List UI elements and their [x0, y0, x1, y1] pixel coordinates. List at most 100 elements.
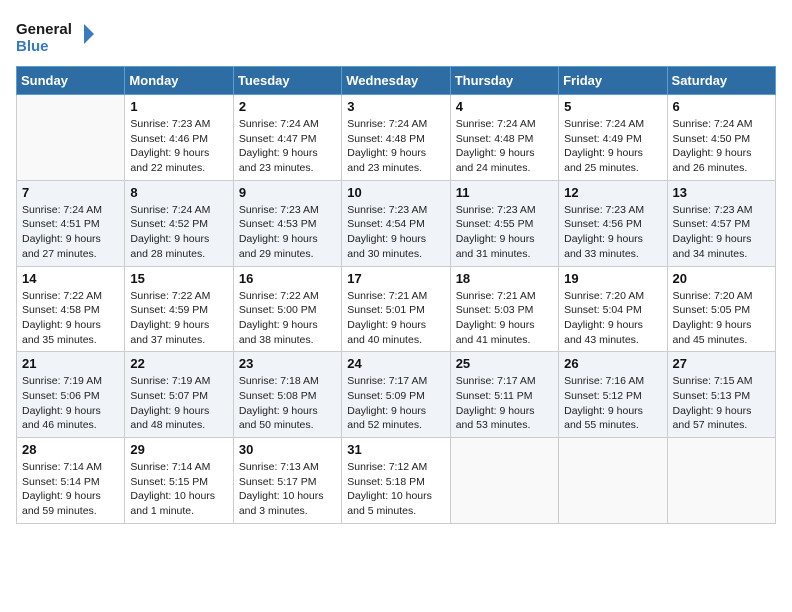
day-info: Sunrise: 7:23 AMSunset: 4:46 PMDaylight:… — [130, 117, 227, 176]
day-info: Sunrise: 7:12 AMSunset: 5:18 PMDaylight:… — [347, 460, 444, 519]
calendar-cell: 18 Sunrise: 7:21 AMSunset: 5:03 PMDayligh… — [450, 266, 558, 352]
day-number: 6 — [673, 99, 770, 114]
day-info: Sunrise: 7:24 AMSunset: 4:48 PMDaylight:… — [456, 117, 553, 176]
day-number: 11 — [456, 185, 553, 200]
day-info: Sunrise: 7:14 AMSunset: 5:15 PMDaylight:… — [130, 460, 227, 519]
weekday-header-friday: Friday — [559, 67, 667, 95]
weekday-header-wednesday: Wednesday — [342, 67, 450, 95]
calendar-table: SundayMondayTuesdayWednesdayThursdayFrid… — [16, 66, 776, 524]
week-row-5: 28 Sunrise: 7:14 AMSunset: 5:14 PMDayligh… — [17, 438, 776, 524]
day-info: Sunrise: 7:14 AMSunset: 5:14 PMDaylight:… — [22, 460, 119, 519]
calendar-cell: 22 Sunrise: 7:19 AMSunset: 5:07 PMDayligh… — [125, 352, 233, 438]
day-number: 19 — [564, 271, 661, 286]
day-info: Sunrise: 7:19 AMSunset: 5:06 PMDaylight:… — [22, 374, 119, 433]
calendar-cell: 17 Sunrise: 7:21 AMSunset: 5:01 PMDayligh… — [342, 266, 450, 352]
day-info: Sunrise: 7:20 AMSunset: 5:05 PMDaylight:… — [673, 289, 770, 348]
weekday-header-row: SundayMondayTuesdayWednesdayThursdayFrid… — [17, 67, 776, 95]
day-info: Sunrise: 7:22 AMSunset: 4:59 PMDaylight:… — [130, 289, 227, 348]
day-number: 5 — [564, 99, 661, 114]
day-info: Sunrise: 7:22 AMSunset: 5:00 PMDaylight:… — [239, 289, 336, 348]
calendar-cell: 14 Sunrise: 7:22 AMSunset: 4:58 PMDayligh… — [17, 266, 125, 352]
day-number: 15 — [130, 271, 227, 286]
calendar-cell: 9 Sunrise: 7:23 AMSunset: 4:53 PMDaylight… — [233, 180, 341, 266]
day-number: 7 — [22, 185, 119, 200]
calendar-cell: 25 Sunrise: 7:17 AMSunset: 5:11 PMDayligh… — [450, 352, 558, 438]
calendar-cell: 30 Sunrise: 7:13 AMSunset: 5:17 PMDayligh… — [233, 438, 341, 524]
day-number: 26 — [564, 356, 661, 371]
day-number: 27 — [673, 356, 770, 371]
calendar-cell: 1Sunrise: 7:23 AMSunset: 4:46 PMDaylight… — [125, 95, 233, 181]
weekday-header-thursday: Thursday — [450, 67, 558, 95]
day-number: 9 — [239, 185, 336, 200]
svg-text:General: General — [16, 21, 72, 38]
day-number: 17 — [347, 271, 444, 286]
day-number: 25 — [456, 356, 553, 371]
day-number: 10 — [347, 185, 444, 200]
day-number: 30 — [239, 442, 336, 457]
day-info: Sunrise: 7:24 AMSunset: 4:51 PMDaylight:… — [22, 203, 119, 262]
day-number: 8 — [130, 185, 227, 200]
day-info: Sunrise: 7:17 AMSunset: 5:11 PMDaylight:… — [456, 374, 553, 433]
day-number: 14 — [22, 271, 119, 286]
calendar-cell: 13Sunrise: 7:23 AMSunset: 4:57 PMDayligh… — [667, 180, 775, 266]
day-info: Sunrise: 7:23 AMSunset: 4:53 PMDaylight:… — [239, 203, 336, 262]
week-row-2: 7 Sunrise: 7:24 AMSunset: 4:51 PMDaylight… — [17, 180, 776, 266]
day-info: Sunrise: 7:22 AMSunset: 4:58 PMDaylight:… — [22, 289, 119, 348]
day-info: Sunrise: 7:20 AMSunset: 5:04 PMDaylight:… — [564, 289, 661, 348]
calendar-cell: 23 Sunrise: 7:18 AMSunset: 5:08 PMDayligh… — [233, 352, 341, 438]
day-info: Sunrise: 7:15 AMSunset: 5:13 PMDaylight:… — [673, 374, 770, 433]
calendar-cell: 19 Sunrise: 7:20 AMSunset: 5:04 PMDayligh… — [559, 266, 667, 352]
day-number: 22 — [130, 356, 227, 371]
day-info: Sunrise: 7:23 AMSunset: 4:56 PMDaylight:… — [564, 203, 661, 262]
calendar-cell: 4 Sunrise: 7:24 AMSunset: 4:48 PMDaylight… — [450, 95, 558, 181]
calendar-cell: 27 Sunrise: 7:15 AMSunset: 5:13 PMDayligh… — [667, 352, 775, 438]
day-number: 4 — [456, 99, 553, 114]
calendar-cell — [667, 438, 775, 524]
day-number: 2 — [239, 99, 336, 114]
calendar-cell: 21 Sunrise: 7:19 AMSunset: 5:06 PMDayligh… — [17, 352, 125, 438]
calendar-cell — [17, 95, 125, 181]
day-number: 23 — [239, 356, 336, 371]
day-number: 31 — [347, 442, 444, 457]
calendar-cell: 15 Sunrise: 7:22 AMSunset: 4:59 PMDayligh… — [125, 266, 233, 352]
day-number: 21 — [22, 356, 119, 371]
page-header: General Blue — [16, 16, 776, 56]
day-info: Sunrise: 7:16 AMSunset: 5:12 PMDaylight:… — [564, 374, 661, 433]
day-info: Sunrise: 7:24 AMSunset: 4:47 PMDaylight:… — [239, 117, 336, 176]
calendar-cell: 20 Sunrise: 7:20 AMSunset: 5:05 PMDayligh… — [667, 266, 775, 352]
calendar-cell: 8Sunrise: 7:24 AMSunset: 4:52 PMDaylight… — [125, 180, 233, 266]
weekday-header-monday: Monday — [125, 67, 233, 95]
day-number: 29 — [130, 442, 227, 457]
day-number: 12 — [564, 185, 661, 200]
calendar-cell: 29 Sunrise: 7:14 AMSunset: 5:15 PMDayligh… — [125, 438, 233, 524]
calendar-cell: 6 Sunrise: 7:24 AMSunset: 4:50 PMDaylight… — [667, 95, 775, 181]
calendar-cell: 3 Sunrise: 7:24 AMSunset: 4:48 PMDaylight… — [342, 95, 450, 181]
calendar-cell: 11 Sunrise: 7:23 AMSunset: 4:55 PMDayligh… — [450, 180, 558, 266]
svg-text:Blue: Blue — [16, 38, 49, 55]
day-info: Sunrise: 7:17 AMSunset: 5:09 PMDaylight:… — [347, 374, 444, 433]
day-number: 24 — [347, 356, 444, 371]
day-info: Sunrise: 7:23 AMSunset: 4:55 PMDaylight:… — [456, 203, 553, 262]
day-info: Sunrise: 7:21 AMSunset: 5:03 PMDaylight:… — [456, 289, 553, 348]
day-info: Sunrise: 7:19 AMSunset: 5:07 PMDaylight:… — [130, 374, 227, 433]
day-number: 18 — [456, 271, 553, 286]
day-info: Sunrise: 7:23 AMSunset: 4:57 PMDaylight:… — [673, 203, 770, 262]
day-info: Sunrise: 7:24 AMSunset: 4:50 PMDaylight:… — [673, 117, 770, 176]
week-row-4: 21 Sunrise: 7:19 AMSunset: 5:06 PMDayligh… — [17, 352, 776, 438]
calendar-cell — [450, 438, 558, 524]
day-info: Sunrise: 7:13 AMSunset: 5:17 PMDaylight:… — [239, 460, 336, 519]
calendar-cell: 10 Sunrise: 7:23 AMSunset: 4:54 PMDayligh… — [342, 180, 450, 266]
day-number: 28 — [22, 442, 119, 457]
calendar-cell: 2 Sunrise: 7:24 AMSunset: 4:47 PMDaylight… — [233, 95, 341, 181]
calendar-cell: 31 Sunrise: 7:12 AMSunset: 5:18 PMDayligh… — [342, 438, 450, 524]
day-info: Sunrise: 7:21 AMSunset: 5:01 PMDaylight:… — [347, 289, 444, 348]
day-number: 20 — [673, 271, 770, 286]
day-info: Sunrise: 7:18 AMSunset: 5:08 PMDaylight:… — [239, 374, 336, 433]
weekday-header-saturday: Saturday — [667, 67, 775, 95]
week-row-3: 14 Sunrise: 7:22 AMSunset: 4:58 PMDayligh… — [17, 266, 776, 352]
calendar-cell: 12 Sunrise: 7:23 AMSunset: 4:56 PMDayligh… — [559, 180, 667, 266]
day-number: 3 — [347, 99, 444, 114]
calendar-cell: 16Sunrise: 7:22 AMSunset: 5:00 PMDayligh… — [233, 266, 341, 352]
day-info: Sunrise: 7:23 AMSunset: 4:54 PMDaylight:… — [347, 203, 444, 262]
day-info: Sunrise: 7:24 AMSunset: 4:48 PMDaylight:… — [347, 117, 444, 176]
